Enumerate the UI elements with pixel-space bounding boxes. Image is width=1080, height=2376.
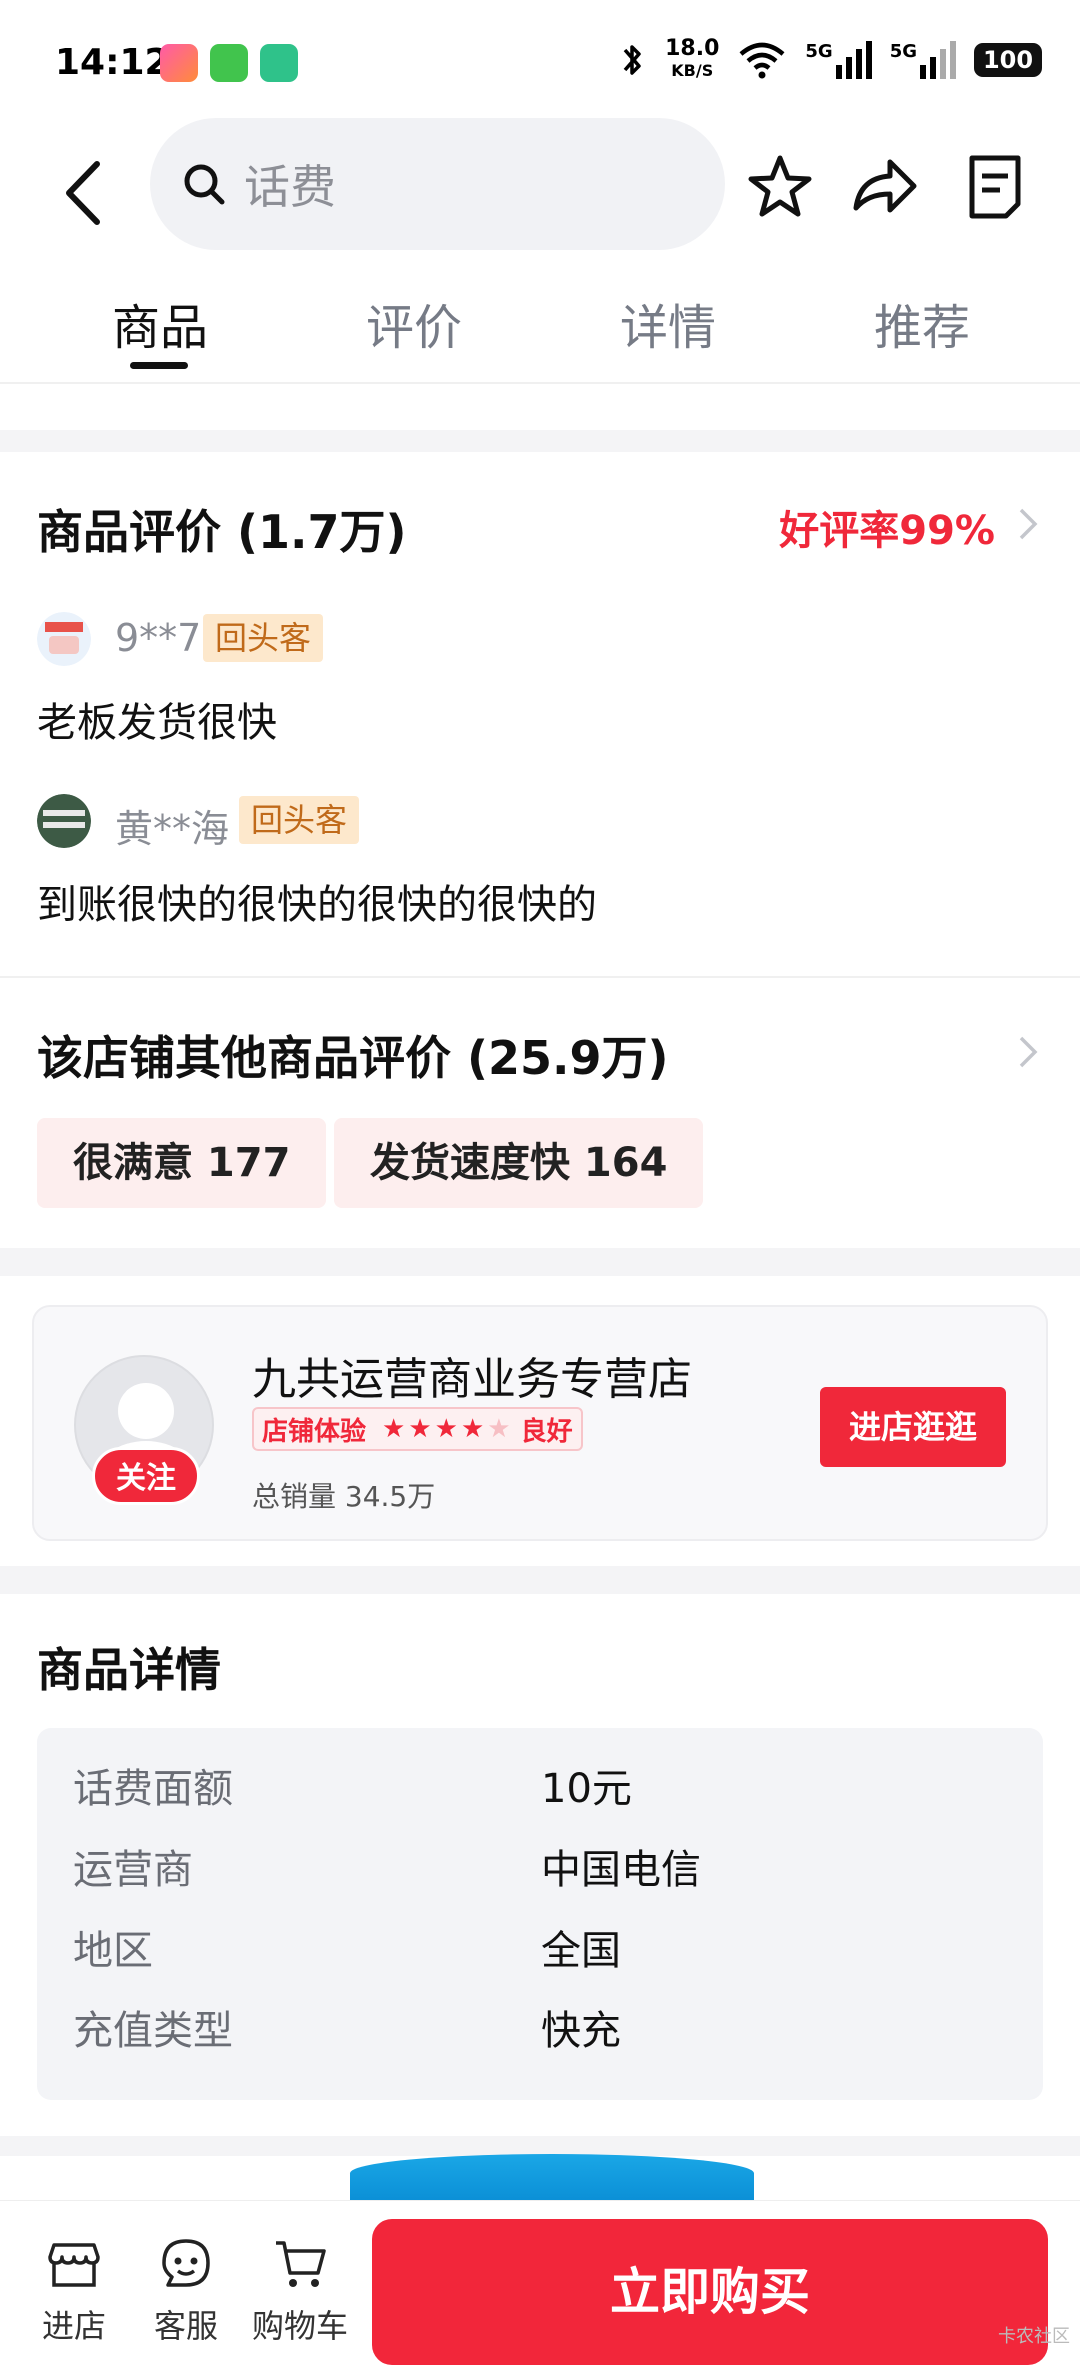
buy-now-button[interactable]: 立即购买	[372, 2219, 1048, 2365]
details-title: 商品详情	[37, 1643, 221, 1697]
status-bar: 14:12 18.0 KB/S 5G 5G 100	[0, 0, 1080, 125]
signal-1-icon	[835, 41, 872, 79]
review-tag[interactable]: 发货速度快 164	[334, 1118, 704, 1208]
share-icon[interactable]	[850, 152, 920, 222]
watermark: 卡农社区	[998, 2326, 1070, 2347]
net-speed-value: 18.0	[665, 36, 720, 61]
tab-reviews[interactable]: 评价	[366, 288, 462, 358]
shop-card[interactable]: 关注 九共运营商业务专营店 店铺体验 ★ ★ ★ ★ ★ 良好 总销量 34.5…	[32, 1305, 1048, 1541]
detail-value: 快充	[541, 2008, 621, 2054]
shop-experience-label: 店铺体验	[262, 1416, 367, 1447]
good-rate: 好评率99%	[779, 508, 995, 554]
reviews-section[interactable]: 商品评价 (1.7万) 好评率99% 9**7 回头客 老板发货很快 黄**海 …	[0, 452, 1080, 976]
chevron-right-icon	[1019, 508, 1038, 540]
detail-row: 充值类型 快充	[73, 1998, 1013, 2058]
tab-details[interactable]: 详情	[620, 288, 716, 358]
detail-label: 运营商	[73, 1847, 193, 1893]
net-speed-unit: KB/S	[671, 61, 714, 80]
enter-shop-button[interactable]: 进店逛逛	[820, 1387, 1006, 1467]
shop-sales: 总销量 34.5万	[252, 1480, 436, 1513]
bottom-action-bar: 进店 客服 购物车 立即购买 卡农社区	[0, 2200, 1080, 2376]
signal-2-label: 5G	[889, 41, 917, 62]
review-username: 黄**海	[115, 807, 230, 851]
detail-value: 10元	[541, 1766, 632, 1812]
detail-row: 地区 全国	[73, 1918, 1013, 1978]
detail-label: 地区	[73, 1928, 153, 1974]
notification-icons	[160, 44, 298, 82]
product-details-section: 商品详情 话费面额 10元 运营商 中国电信 地区 全国 充值类型 快充	[0, 1594, 1080, 2136]
star-icon[interactable]	[745, 152, 815, 222]
status-time: 14:12	[55, 42, 170, 83]
review-tag[interactable]: 很满意 177	[37, 1118, 327, 1208]
shop-entry-label: 进店	[41, 2307, 106, 2345]
section-gap	[0, 1566, 1080, 1594]
review-text: 老板发货很快	[37, 700, 277, 746]
detail-label: 充值类型	[73, 2008, 233, 2054]
detail-label: 话费面额	[73, 1766, 233, 1812]
net-speed: 18.0 KB/S	[665, 38, 719, 82]
detail-row: 运营商 中国电信	[73, 1837, 1013, 1897]
avatar	[37, 612, 91, 666]
app-notification-icon	[160, 44, 198, 82]
signal-2: 5G	[890, 41, 956, 79]
star-icon: ★	[408, 1414, 432, 1444]
back-arrow-icon[interactable]	[55, 158, 115, 228]
star-icon: ★	[487, 1414, 511, 1444]
signal-1-label: 5G	[805, 41, 833, 62]
system-indicators: 18.0 KB/S 5G 5G 100	[617, 38, 1042, 82]
customer-service-label: 客服	[153, 2307, 218, 2345]
search-text: 话费	[244, 160, 336, 214]
tab-indicator	[130, 362, 188, 369]
section-gap	[0, 2136, 1080, 2156]
cart-label: 购物车	[251, 2307, 348, 2345]
chevron-right-icon	[1019, 1036, 1038, 1068]
details-table: 话费面额 10元 运营商 中国电信 地区 全国 充值类型 快充	[37, 1728, 1043, 2100]
battery-indicator: 100	[974, 43, 1042, 77]
customer-service-button[interactable]: 客服	[136, 2235, 236, 2347]
shop-entry-button[interactable]: 进店	[24, 2235, 124, 2347]
shop-rating: 店铺体验 ★ ★ ★ ★ ★ 良好	[252, 1407, 583, 1451]
star-icon: ★	[382, 1414, 406, 1444]
customer-service-icon	[162, 2239, 210, 2287]
other-reviews-title: 该店铺其他商品评价 (25.9万)	[37, 1031, 669, 1085]
promo-banner-image[interactable]	[350, 2154, 754, 2202]
detail-value: 中国电信	[541, 1847, 701, 1893]
signal-1: 5G	[805, 41, 872, 79]
shop-rating-text: 良好	[520, 1416, 573, 1447]
reviews-title: 商品评价 (1.7万)	[37, 505, 407, 559]
section-gap	[0, 1248, 1080, 1276]
review-text: 到账很快的很快的很快的很快的	[37, 882, 597, 928]
wifi-icon	[739, 42, 785, 79]
star-icon: ★	[460, 1414, 485, 1444]
tab-recommend[interactable]: 推荐	[874, 288, 970, 358]
header: 话费	[0, 118, 1080, 258]
note-icon[interactable]	[960, 152, 1030, 222]
rating-stars: ★ ★ ★ ★ ★	[382, 1414, 511, 1444]
section-gap	[0, 430, 1080, 452]
search-icon	[184, 164, 225, 205]
tab-product[interactable]: 商品	[112, 288, 208, 358]
shop-name: 九共运营商业务专营店	[252, 1354, 692, 1405]
shop-icon	[48, 2243, 100, 2287]
cart-icon	[276, 2241, 326, 2287]
signal-2-icon	[920, 41, 956, 79]
tab-bar: 商品 评价 详情 推荐	[0, 278, 1080, 382]
avatar	[37, 794, 91, 848]
repeat-customer-badge: 回头客	[203, 614, 324, 662]
star-icon: ★	[434, 1414, 458, 1444]
review-item: 9**7 回头客 老板发货很快	[37, 612, 1037, 746]
repeat-customer-badge: 回头客	[239, 796, 360, 844]
review-username: 9**7	[115, 616, 202, 660]
follow-button[interactable]: 关注	[92, 1447, 200, 1505]
review-item: 黄**海 回头客 到账很快的很快的很快的很快的	[37, 794, 1037, 928]
cart-button[interactable]: 购物车	[250, 2235, 350, 2347]
search-input[interactable]: 话费	[150, 118, 725, 250]
message-notification-icon	[210, 44, 248, 82]
shop-other-reviews[interactable]: 该店铺其他商品评价 (25.9万) 很满意 177 发货速度快 164	[0, 978, 1080, 1248]
divider	[0, 382, 1080, 384]
phone-notification-icon	[260, 44, 298, 82]
detail-row: 话费面额 10元	[73, 1756, 1013, 1816]
detail-value: 全国	[541, 1928, 621, 1974]
bluetooth-icon	[623, 45, 641, 75]
